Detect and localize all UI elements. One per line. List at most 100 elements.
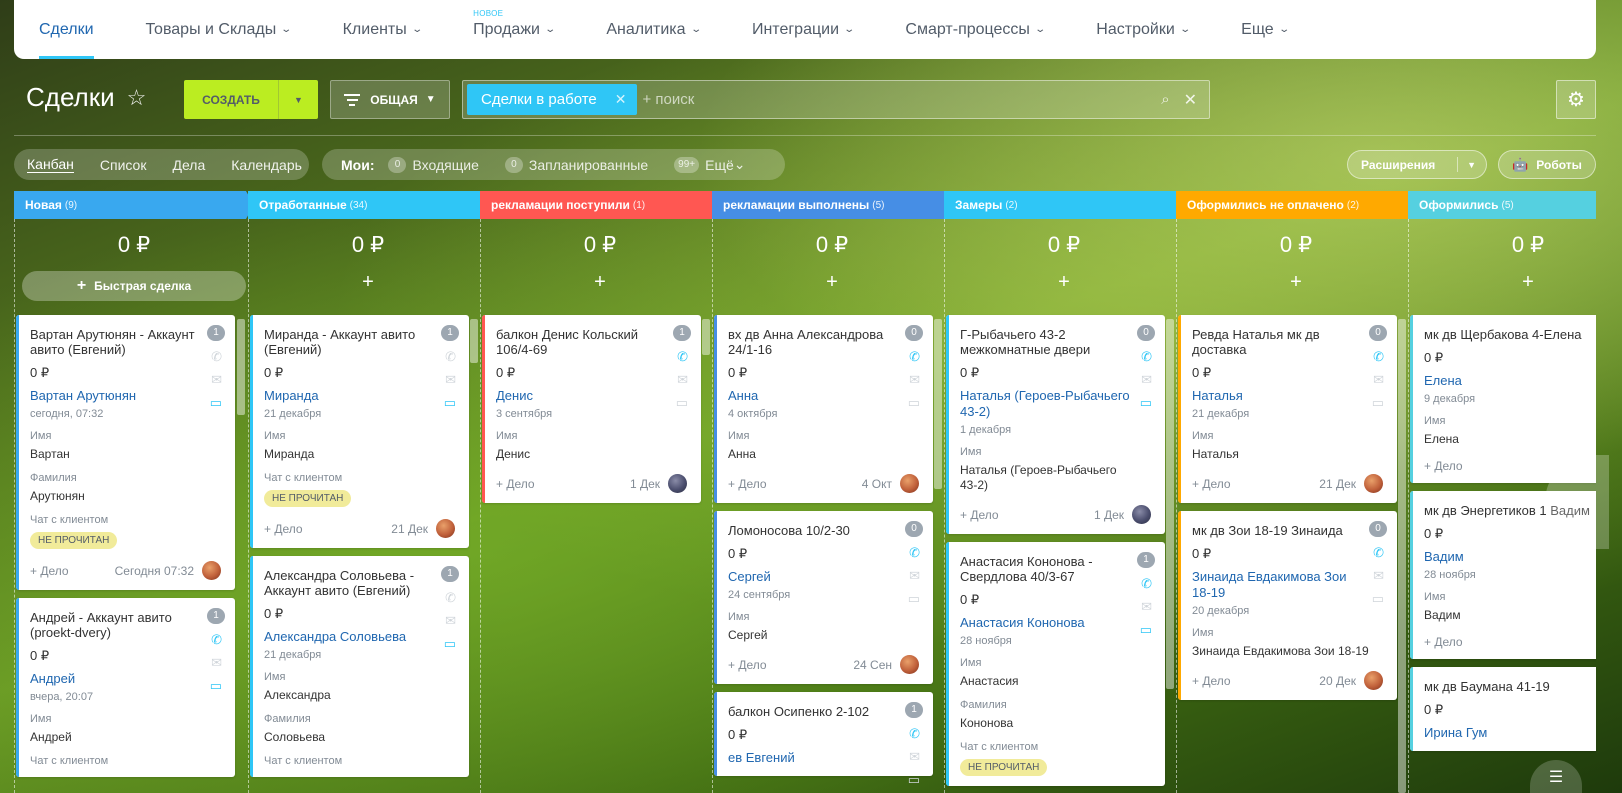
chat-icon[interactable]: ▭ [1140, 395, 1152, 411]
deal-card[interactable]: 1 балкон Денис Кольский 106/4-69 0 ₽ Денис 3… [482, 315, 701, 503]
phone-icon[interactable]: ✆ [1373, 545, 1384, 561]
add-deal-button[interactable]: + [944, 267, 1184, 297]
contact-link[interactable]: Наталья (Героев-Рыбачьего 43-2) [960, 388, 1151, 420]
mail-icon[interactable]: ✉ [1373, 568, 1384, 584]
deal-title[interactable]: Александра Соловьева - Аккаунт авито (Ев… [264, 568, 455, 598]
nav-item[interactable]: Настройки ⌄ [1096, 0, 1191, 59]
deal-title[interactable]: Ломоносова 10/2-30 [728, 523, 919, 538]
deal-card[interactable]: 1 балкон Осипенко 2-102 0 ₽ ев Евгений ✆ ✉ ▭ [714, 692, 933, 787]
add-activity-link[interactable]: + Дело [1192, 674, 1319, 688]
phone-icon[interactable]: ✆ [909, 545, 920, 561]
view-tab[interactable]: Канбан [27, 156, 74, 173]
chat-icon[interactable]: ▭ [908, 772, 920, 788]
scrollbar[interactable] [1398, 319, 1406, 793]
deal-title[interactable]: мк дв Баумана 41-19 [1424, 679, 1596, 694]
chat-icon[interactable]: ▭ [908, 395, 920, 411]
mail-icon[interactable]: ✉ [909, 372, 920, 388]
deal-title[interactable]: Ревда Наталья мк дв доставка [1192, 327, 1383, 357]
mail-icon[interactable]: ✉ [211, 372, 222, 388]
column-header[interactable]: Новая (9) [14, 191, 254, 219]
filter-chip[interactable]: Сделки в работе ✕ [467, 84, 637, 115]
chat-icon[interactable]: ▭ [1372, 395, 1384, 411]
extensions-button[interactable]: Расширения ▼ [1347, 150, 1487, 179]
add-activity-link[interactable]: + Дело [728, 477, 862, 491]
contact-link[interactable]: Зинаида Евдакимова Зои 18-19 [1192, 569, 1383, 601]
deal-title[interactable]: Андрей - Аккаунт авито (proekt-dvery) [30, 610, 221, 640]
phone-icon[interactable]: ✆ [211, 349, 222, 365]
add-deal-button[interactable]: + [1408, 267, 1596, 297]
chevron-down-icon[interactable]: ▼ [278, 80, 318, 119]
nav-item[interactable]: НОВОЕ Продажи ⌄ [473, 0, 556, 59]
create-button[interactable]: СОЗДАТЬ ▼ [184, 80, 318, 119]
scrollbar[interactable] [702, 319, 710, 355]
avatar[interactable] [1364, 671, 1383, 690]
add-deal-button[interactable]: + [248, 267, 488, 297]
contact-link[interactable]: Андрей [30, 671, 221, 687]
chat-icon[interactable]: ▭ [908, 591, 920, 607]
contact-link[interactable]: Миранда [264, 388, 455, 404]
add-activity-link[interactable]: + Дело [30, 564, 115, 578]
nav-item[interactable]: Еще ⌄ [1241, 0, 1290, 59]
deal-title[interactable]: Миранда - Аккаунт авито (Евгений) [264, 327, 455, 357]
add-activity-link[interactable]: + Дело [1192, 477, 1319, 491]
column-header[interactable]: Замеры (2) [944, 191, 1184, 219]
star-icon[interactable]: ☆ [127, 85, 147, 111]
chat-icon[interactable]: ▭ [1372, 591, 1384, 607]
chevron-down-icon[interactable]: ▼ [1467, 160, 1476, 170]
add-activity-link[interactable]: + Дело [1424, 635, 1596, 649]
scrollbar[interactable] [1166, 319, 1174, 689]
deal-card[interactable]: 0 Ревда Наталья мк дв доставка 0 ₽ Наталья 2… [1178, 315, 1397, 503]
phone-icon[interactable]: ✆ [909, 349, 920, 365]
phone-icon[interactable]: ✆ [445, 590, 456, 606]
deal-title[interactable]: балкон Осипенко 2-102 [728, 704, 919, 719]
quick-deal-button[interactable]: + Быстрая сделка [22, 271, 246, 301]
contact-link[interactable]: Елена [1424, 373, 1596, 389]
avatar[interactable] [900, 474, 919, 493]
contact-link[interactable]: Наталья [1192, 388, 1383, 404]
column-header[interactable]: рекламации поступили (1) [480, 191, 720, 219]
deal-title[interactable]: вх дв Анна Александрова 24/1-16 [728, 327, 919, 357]
search-input[interactable]: Сделки в работе ✕ + поиск ⌕ ✕ [462, 80, 1210, 119]
deal-title[interactable]: Анастасия Кононова - Свердлова 40/3-67 [960, 554, 1151, 584]
deal-card[interactable]: 0 вх дв Анна Александрова 24/1-16 0 ₽ Анна 4… [714, 315, 933, 503]
contact-link[interactable]: Вартан Арутюнян [30, 388, 221, 404]
contact-link[interactable]: Сергей [728, 569, 919, 585]
chat-icon[interactable]: ▭ [1140, 622, 1152, 638]
nav-item[interactable]: Смарт-процессы ⌄ [905, 0, 1046, 59]
phone-icon[interactable]: ✆ [211, 632, 222, 648]
contact-link[interactable]: Вадим [1424, 549, 1596, 565]
nav-item[interactable]: Интеграции ⌄ [752, 0, 855, 59]
phone-icon[interactable]: ✆ [677, 349, 688, 365]
gear-icon[interactable]: ⚙ [1556, 80, 1596, 119]
deal-title[interactable]: Вартан Арутюнян - Аккаунт авито (Евгений… [30, 327, 221, 357]
counter-item[interactable]: 99+ Ещё ⌄ [674, 156, 746, 173]
scrollbar[interactable] [237, 319, 245, 415]
deal-card[interactable]: мк дв Баумана 41-19 0 ₽ Ирина Гум [1410, 667, 1596, 751]
phone-icon[interactable]: ✆ [1141, 576, 1152, 592]
scrollbar[interactable] [470, 319, 478, 363]
avatar[interactable] [1364, 474, 1383, 493]
scrollbar[interactable] [934, 319, 942, 489]
deal-card[interactable]: 1 Вартан Арутюнян - Аккаунт авито (Евгени… [16, 315, 235, 590]
view-tab[interactable]: Дела [172, 157, 205, 173]
phone-icon[interactable]: ✆ [909, 726, 920, 742]
mail-icon[interactable]: ✉ [1373, 372, 1384, 388]
nav-item[interactable]: Сделки [39, 0, 94, 59]
nav-item[interactable]: Аналитика ⌄ [606, 0, 701, 59]
filter-preset-button[interactable]: ОБЩАЯ ▼ [330, 80, 450, 119]
avatar[interactable] [436, 519, 455, 538]
phone-icon[interactable]: ✆ [445, 349, 456, 365]
mail-icon[interactable]: ✉ [211, 655, 222, 671]
contact-link[interactable]: Александра Соловьева [264, 629, 455, 645]
column-header[interactable]: Оформились не оплачено (2) [1176, 191, 1416, 219]
contact-link[interactable]: Ирина Гум [1424, 725, 1596, 741]
search-icon[interactable]: ⌕ [1161, 91, 1169, 108]
contact-link[interactable]: ев Евгений [728, 750, 919, 766]
contact-link[interactable]: Денис [496, 388, 687, 404]
mail-icon[interactable]: ✉ [445, 372, 456, 388]
avatar[interactable] [900, 655, 919, 674]
add-activity-link[interactable]: + Дело [496, 477, 630, 491]
add-deal-button[interactable]: + [712, 267, 952, 297]
robots-button[interactable]: 🤖 Роботы [1498, 150, 1596, 179]
view-tab[interactable]: Список [100, 157, 147, 173]
